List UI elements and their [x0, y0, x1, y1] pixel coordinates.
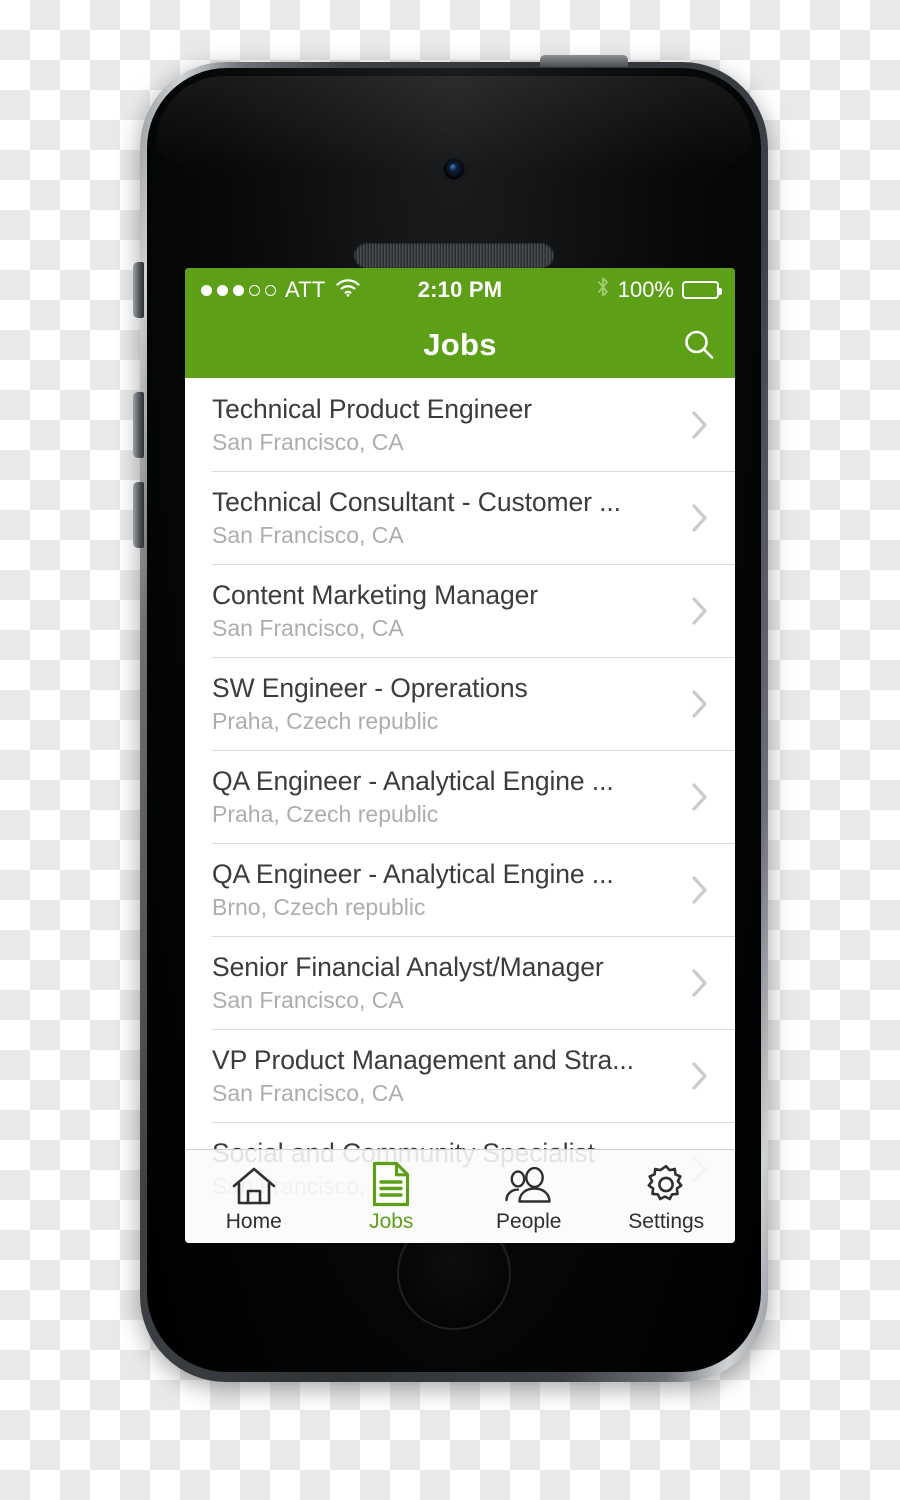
job-list-item[interactable]: Senior Financial Analyst/Manager San Fran…: [185, 936, 735, 1029]
job-title: Technical Product Engineer: [212, 393, 533, 424]
chevron-right-icon: [683, 780, 717, 814]
chevron-right-icon: [683, 873, 717, 907]
job-row-text: VP Product Management and Stra... San Fra…: [212, 1044, 683, 1108]
home-icon: [231, 1161, 277, 1207]
job-title: Senior Financial Analyst/Manager: [212, 951, 604, 982]
battery-percent-label: 100%: [617, 277, 674, 302]
tab-jobs[interactable]: Jobs: [323, 1150, 461, 1243]
job-row-text: Technical Consultant - Customer ... San F…: [212, 486, 683, 550]
bluetooth-icon: [596, 276, 610, 304]
tab-home[interactable]: Home: [185, 1150, 323, 1243]
volume-down-button[interactable]: [133, 482, 144, 548]
job-row-text: Senior Financial Analyst/Manager San Fran…: [212, 951, 683, 1015]
job-location: Praha, Czech republic: [212, 707, 439, 734]
job-title: QA Engineer - Analytical Engine ...: [212, 765, 614, 796]
gear-icon: [644, 1161, 688, 1207]
power-button[interactable]: [540, 55, 628, 67]
job-row-text: QA Engineer - Analytical Engine ... Praha…: [212, 765, 683, 829]
carrier-label: ATT: [285, 277, 326, 302]
mute-switch[interactable]: [133, 262, 144, 318]
tab-people[interactable]: People: [460, 1150, 598, 1243]
job-list-item[interactable]: QA Engineer - Analytical Engine ... Brno,…: [185, 843, 735, 936]
job-list-item[interactable]: Technical Consultant - Customer ... San F…: [185, 471, 735, 564]
front-camera: [442, 157, 466, 181]
tab-label: Jobs: [369, 1210, 414, 1233]
chevron-right-icon: [683, 687, 717, 721]
tab-label: Settings: [628, 1210, 705, 1233]
job-list-item[interactable]: SW Engineer - Oprerations Praha, Czech re…: [185, 657, 735, 750]
job-title: VP Product Management and Stra...: [212, 1044, 634, 1075]
signal-strength-dots: [201, 284, 276, 296]
volume-up-button[interactable]: [133, 392, 144, 458]
job-title: SW Engineer - Oprerations: [212, 672, 528, 703]
document-icon: [372, 1161, 410, 1207]
tab-label: Home: [225, 1210, 282, 1233]
wifi-icon: [335, 277, 361, 303]
job-list-item[interactable]: Technical Product Engineer San Francisco,…: [185, 378, 735, 471]
job-location: San Francisco, CA: [212, 428, 404, 455]
tab-bar: Home Jobs People Settings: [185, 1149, 735, 1243]
job-location: Praha, Czech republic: [212, 800, 439, 827]
earpiece-speaker: [354, 242, 554, 268]
clock-label: 2:10 PM: [417, 277, 503, 302]
chevron-right-icon: [683, 501, 717, 535]
page-title: Jobs: [423, 327, 497, 362]
chevron-right-icon: [683, 1059, 717, 1093]
search-icon[interactable]: [677, 323, 721, 367]
people-icon: [502, 1161, 556, 1207]
job-location: San Francisco, CA: [212, 1079, 404, 1106]
navigation-bar: Jobs: [185, 312, 735, 378]
job-title: Content Marketing Manager: [212, 579, 538, 610]
job-row-text: SW Engineer - Oprerations Praha, Czech re…: [212, 672, 683, 736]
tab-settings[interactable]: Settings: [598, 1150, 736, 1243]
status-bar-right: 100%: [596, 276, 722, 304]
device-front-glass: ATT 2:10 PM 100% Jobs Technical Product …: [147, 68, 761, 1372]
job-row-text: Technical Product Engineer San Francisco,…: [212, 393, 683, 457]
job-location: Brno, Czech republic: [212, 893, 426, 920]
chevron-right-icon: [683, 594, 717, 628]
job-list-item[interactable]: QA Engineer - Analytical Engine ... Praha…: [185, 750, 735, 843]
job-list-item[interactable]: VP Product Management and Stra... San Fra…: [185, 1029, 735, 1122]
battery-icon: [682, 281, 722, 299]
status-bar-left: ATT: [201, 277, 361, 303]
job-location: San Francisco, CA: [212, 614, 404, 641]
chevron-right-icon: [683, 966, 717, 1000]
status-bar: ATT 2:10 PM 100%: [185, 268, 735, 312]
phone-screen: ATT 2:10 PM 100% Jobs Technical Product …: [185, 268, 735, 1243]
job-title: Technical Consultant - Customer ...: [212, 486, 621, 517]
job-row-text: QA Engineer - Analytical Engine ... Brno,…: [212, 858, 683, 922]
job-location: San Francisco, CA: [212, 986, 404, 1013]
job-row-text: Content Marketing Manager San Francisco, …: [212, 579, 683, 643]
job-title: QA Engineer - Analytical Engine ...: [212, 858, 614, 889]
job-location: San Francisco, CA: [212, 521, 404, 548]
iphone-device-mockup: ATT 2:10 PM 100% Jobs Technical Product …: [133, 55, 768, 1382]
tab-label: People: [496, 1210, 562, 1233]
job-list-item[interactable]: Content Marketing Manager San Francisco, …: [185, 564, 735, 657]
jobs-list[interactable]: Technical Product Engineer San Francisco,…: [185, 378, 735, 1243]
chevron-right-icon: [683, 408, 717, 442]
